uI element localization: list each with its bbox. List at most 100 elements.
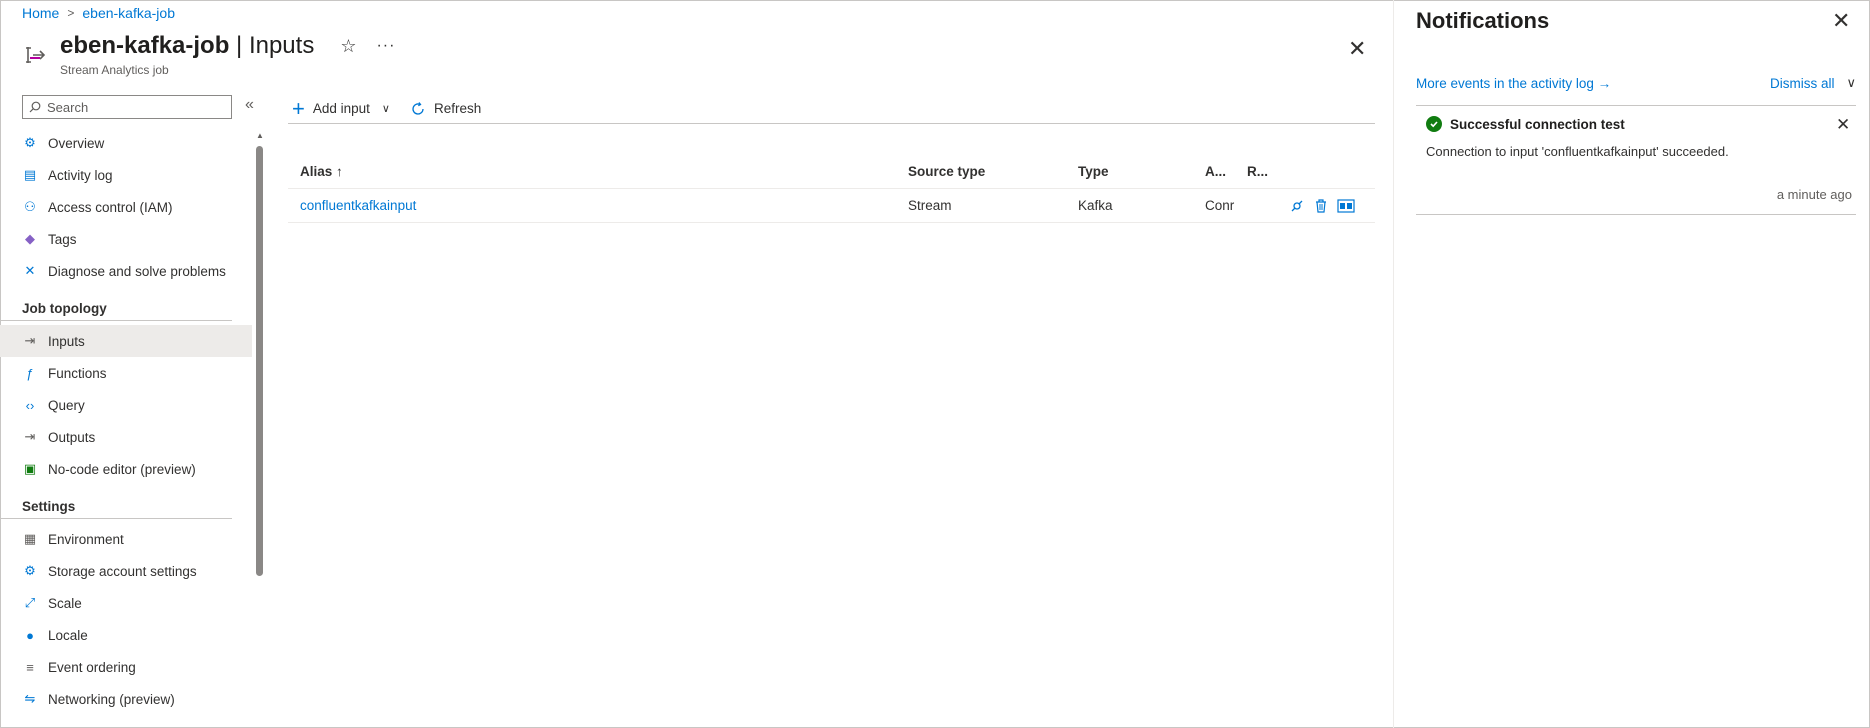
people-icon: ⚇ — [24, 199, 36, 214]
page-title: eben-kafka-job | Inputs — [60, 32, 314, 60]
sidebar-item-label: No-code editor (preview) — [48, 461, 196, 477]
column-a[interactable]: A... — [1205, 164, 1247, 179]
output-icon: ⇥ — [24, 429, 36, 444]
refresh-icon — [412, 101, 424, 115]
sidebar-item-no-code-editor-preview[interactable]: ▣ No-code editor (preview) — [0, 453, 252, 485]
scroll-up-icon[interactable]: ▲ — [256, 131, 264, 140]
row-actions — [1289, 198, 1375, 214]
close-icon[interactable]: ✕ — [1348, 36, 1366, 62]
notifications-actions: More events in the activity log → Dismis… — [1416, 75, 1856, 91]
sidebar-item-storage-account-settings[interactable]: ⚙ Storage account settings — [0, 555, 252, 587]
chevron-down-icon: ∨ — [1846, 75, 1856, 90]
sidebar-item-label: Functions — [48, 365, 107, 381]
sidebar-item-functions[interactable]: ƒ Functions — [0, 357, 252, 389]
notification-card[interactable]: Successful connection test ✕ Connection … — [1416, 105, 1856, 215]
page-subtitle: Stream Analytics job — [60, 63, 169, 77]
page-title-job: eben-kafka-job — [60, 32, 230, 59]
chevron-down-icon: ∨ — [381, 103, 390, 115]
inputs-table: Alias ↑ Source type Type A... R... confl… — [288, 155, 1375, 223]
search-icon — [29, 101, 41, 113]
sidebar-item-inputs[interactable]: ⇥ Inputs — [0, 325, 252, 357]
cell-type: Kafka — [1078, 198, 1113, 213]
globe-icon: ● — [26, 627, 34, 643]
more-options-icon[interactable]: ··· — [376, 37, 395, 55]
sidebar-item-outputs[interactable]: ⇥ Outputs — [0, 421, 252, 453]
page-header: eben-kafka-job | Inputs ☆ ··· Stream Ana… — [22, 32, 395, 77]
sidebar-item-label: Networking (preview) — [48, 691, 175, 707]
sidebar-item-tags[interactable]: ◆ Tags — [0, 223, 252, 255]
sidebar-item-label: Storage account settings — [48, 563, 197, 579]
sidebar-item-label: Scale — [48, 595, 82, 611]
collapse-nav-icon[interactable]: « — [245, 96, 254, 114]
close-notifications-icon[interactable]: ✕ — [1832, 8, 1850, 34]
environment-icon: ▦ — [23, 531, 37, 546]
nav-scrollbar[interactable] — [256, 146, 263, 576]
sidebar-item-label: Activity log — [48, 167, 113, 183]
sidebar-item-scale[interactable]: ⤢ Scale — [0, 587, 252, 619]
table-header: Alias ↑ Source type Type A... R... — [288, 155, 1375, 189]
add-input-button[interactable]: + Add input ∨ — [292, 95, 390, 121]
input-alias-link[interactable]: confluentkafkainput — [300, 198, 416, 213]
delete-icon[interactable] — [1313, 198, 1329, 214]
sidebar-item-label: Environment — [48, 531, 124, 547]
notifications-title: Notifications — [1416, 8, 1550, 33]
no-code-icon: ▣ — [23, 461, 37, 476]
dismiss-all-label: Dismiss all — [1769, 75, 1835, 91]
input-icon: ⇥ — [24, 333, 36, 348]
cell-a: Conr — [1205, 198, 1235, 213]
gear-icon: ⚙ — [24, 135, 36, 150]
page-title-suffix: | Inputs — [229, 32, 315, 59]
refresh-button[interactable]: Refresh — [410, 101, 481, 117]
plus-icon: + — [292, 95, 305, 121]
column-alias[interactable]: Alias ↑ — [288, 164, 908, 179]
sample-data-icon[interactable] — [1337, 198, 1355, 214]
nav-search — [22, 95, 232, 119]
breadcrumb-job[interactable]: eben-kafka-job — [82, 5, 175, 21]
tag-icon: ◆ — [25, 231, 35, 246]
sidebar-item-label: Overview — [48, 135, 105, 151]
input-resource-icon — [26, 47, 46, 63]
command-bar: + Add input ∨ Refresh — [288, 94, 1375, 124]
cell-source-type: Stream — [908, 198, 952, 213]
notification-header: Successful connection test — [1426, 116, 1625, 132]
dismiss-notification-icon[interactable]: ✕ — [1836, 115, 1850, 135]
search-input[interactable] — [47, 99, 217, 115]
chevron-right-icon: > — [67, 6, 75, 20]
sidebar-item-label: Inputs — [48, 333, 85, 349]
notification-message: Connection to input 'confluentkafkainput… — [1426, 144, 1729, 159]
sidebar-item-access-control-iam[interactable]: ⚇ Access control (IAM) — [0, 191, 252, 223]
sidebar-item-overview[interactable]: ⚙ Overview — [0, 127, 252, 159]
gear-icon: ⚙ — [24, 563, 36, 578]
sidebar-item-activity-log[interactable]: ▤ Activity log — [0, 159, 252, 191]
nav-section-heading: Job topology — [0, 291, 232, 321]
column-source-type[interactable]: Source type — [908, 164, 1078, 179]
sidebar-item-label: Event ordering — [48, 659, 136, 675]
sidebar-item-label: Access control (IAM) — [48, 199, 173, 215]
sidebar-item-query[interactable]: ‹› Query — [0, 389, 252, 421]
column-r[interactable]: R... — [1247, 164, 1289, 179]
sidebar-item-locale[interactable]: ● Locale — [0, 619, 252, 651]
event-ordering-icon: ≡ — [26, 659, 34, 675]
breadcrumb: Home > eben-kafka-job — [22, 5, 175, 21]
refresh-label: Refresh — [433, 101, 482, 116]
sidebar-item-environment[interactable]: ▦ Environment — [0, 523, 252, 555]
notification-time: a minute ago — [1776, 187, 1852, 202]
sidebar-item-event-ordering[interactable]: ≡ Event ordering — [0, 651, 252, 683]
test-connection-icon[interactable] — [1289, 198, 1305, 214]
nav-section-heading: Settings — [0, 489, 232, 519]
breadcrumb-home[interactable]: Home — [22, 5, 59, 21]
dismiss-all-button[interactable]: Dismiss all ∨ — [1770, 75, 1856, 91]
sidebar-item-networking-preview[interactable]: ⇋ Networking (preview) — [0, 683, 252, 715]
sidebar-item-label: Diagnose and solve problems — [48, 263, 226, 279]
success-check-icon — [1426, 116, 1442, 132]
sidebar-item-diagnose-and-solve-problems[interactable]: ✕ Diagnose and solve problems — [0, 255, 252, 287]
function-icon: ƒ — [26, 365, 34, 381]
sidebar-item-label: Tags — [48, 231, 77, 247]
notification-title: Successful connection test — [1450, 116, 1625, 132]
column-type[interactable]: Type — [1078, 164, 1205, 179]
activity-log-icon: ▤ — [23, 167, 37, 182]
wrench-icon: ✕ — [24, 263, 36, 278]
star-icon[interactable]: ☆ — [340, 36, 356, 57]
activity-log-link[interactable]: More events in the activity log → — [1416, 76, 1611, 91]
notifications-pane: Notifications ✕ More events in the activ… — [1393, 0, 1870, 728]
